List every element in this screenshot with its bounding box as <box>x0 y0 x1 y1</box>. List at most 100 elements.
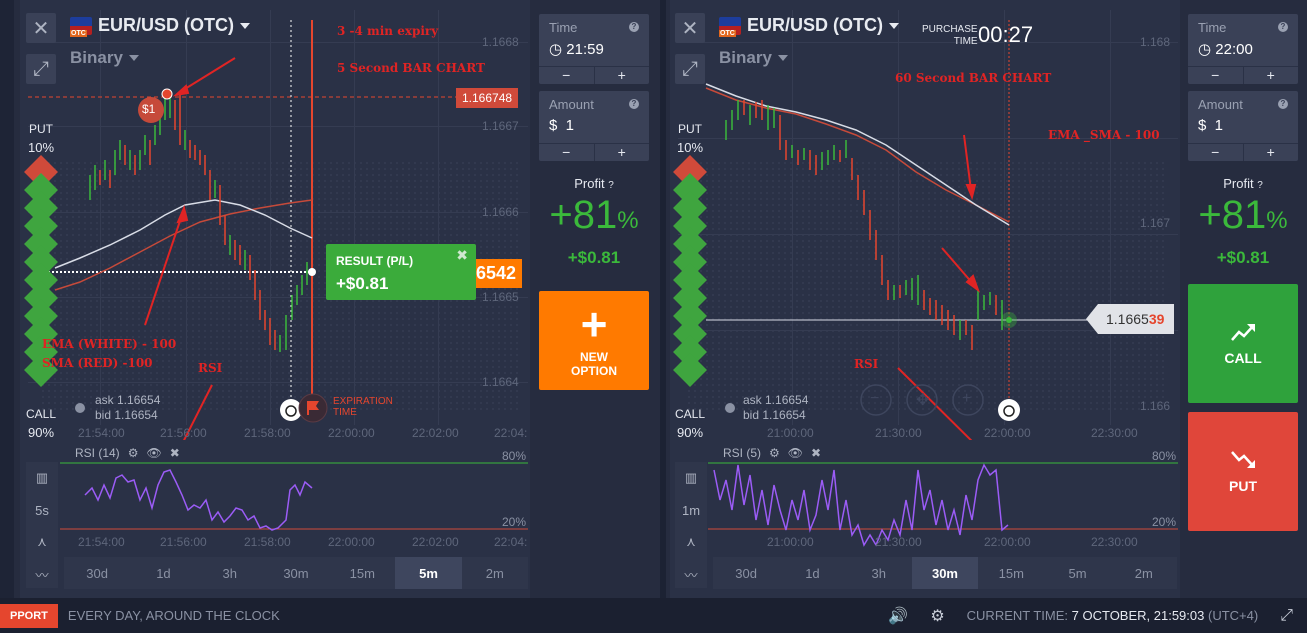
sma-line <box>705 87 1010 223</box>
interval-selector[interactable]: 1m <box>675 494 707 526</box>
help-icon[interactable]: ? <box>629 22 639 32</box>
fullscreen-icon[interactable]: ⤢ <box>1280 607 1293 625</box>
timeframe-30m[interactable]: 30m <box>911 557 979 589</box>
support-button[interactable]: PPORT <box>0 603 58 628</box>
amount-value[interactable]: $ 1 <box>1198 117 1223 134</box>
amount-value[interactable]: $ 1 <box>549 117 574 134</box>
amount-increase-button[interactable]: + <box>1244 144 1299 161</box>
y-tick: 1.166 <box>1140 399 1171 413</box>
indicators-icon[interactable]: 〰 <box>26 558 58 590</box>
drawing-tool-icon[interactable]: ⋏ <box>26 526 58 558</box>
time-value: ◷ 22:00 <box>1198 41 1253 58</box>
mode-selector[interactable]: Binary <box>719 48 788 68</box>
chart-tools: ▥ 1m ⋏ 〰 <box>675 462 707 588</box>
timeframe-1d[interactable]: 1d <box>130 557 196 589</box>
move-icon[interactable]: ✥ <box>916 390 929 410</box>
timeframe-3h[interactable]: 3h <box>846 557 912 589</box>
timeframe-15m[interactable]: 15m <box>329 557 395 589</box>
expand-icon[interactable]: ⤢ <box>26 54 56 84</box>
zoom-in-icon[interactable]: + <box>962 390 971 408</box>
timeframe-bar: 30d 1d 3h 30m 15m 5m 2m <box>713 557 1177 589</box>
x-tick: 21:56:00 <box>160 426 207 440</box>
help-icon[interactable]: ? <box>1278 99 1288 109</box>
current-price-tag: 1.166539 <box>1086 304 1175 334</box>
chart-type-icon[interactable]: ▥ <box>26 462 58 494</box>
amount-decrease-button[interactable]: − <box>539 144 595 161</box>
time-increase-button[interactable]: + <box>1244 67 1299 84</box>
footer-tagline: EVERY DAY, AROUND THE CLOCK <box>67 608 280 623</box>
bet-badge: $1 <box>142 102 156 116</box>
x-tick: 21:54:00 <box>78 426 125 440</box>
time-panel[interactable]: Time ? ◷ 22:00 − + <box>1188 14 1298 84</box>
indicators-icon[interactable]: 〰 <box>675 558 707 590</box>
close-chart-button[interactable]: ✕ <box>26 13 56 43</box>
chevron-down-icon <box>128 55 139 61</box>
amount-increase-button[interactable]: + <box>595 144 650 161</box>
y-tick: 1.1668 <box>482 35 519 49</box>
amount-decrease-button[interactable]: − <box>1188 144 1244 161</box>
gear-icon[interactable]: ⚙ <box>930 606 944 626</box>
timeframe-2m[interactable]: 2m <box>462 557 528 589</box>
put-button[interactable]: PUT <box>1188 412 1298 531</box>
profit-amount: +$0.81 <box>567 248 621 267</box>
asset-selector[interactable]: OTC EUR/USD (OTC) <box>70 15 250 37</box>
eur-usd-flag-icon: OTC <box>719 16 741 37</box>
help-icon[interactable]: ? <box>629 99 639 109</box>
mode-label: Binary <box>719 48 772 67</box>
chevron-down-icon <box>777 55 788 61</box>
amount-panel[interactable]: Amount ? $ 1 − + <box>539 91 649 161</box>
eur-usd-flag-icon: OTC <box>70 16 92 37</box>
expand-icon[interactable]: ⤢ <box>675 54 705 84</box>
result-title: RESULT (P/L) <box>336 254 414 268</box>
info-icon[interactable] <box>725 403 735 413</box>
call-button[interactable]: CALL <box>1188 284 1298 403</box>
volume-icon[interactable]: 🔊 <box>888 606 908 626</box>
clock-icon: ◷ <box>549 41 567 58</box>
y-tick: 1.168 <box>1140 35 1171 49</box>
timeframe-30d[interactable]: 30d <box>713 557 779 589</box>
timeframe-5m[interactable]: 5m <box>1044 557 1110 589</box>
x-tick: 22:04: <box>494 535 528 549</box>
zoom-out-icon[interactable]: − <box>870 390 879 408</box>
time-increase-button[interactable]: + <box>595 67 650 84</box>
timeframe-30m[interactable]: 30m <box>263 557 329 589</box>
timeframe-3h[interactable]: 3h <box>197 557 263 589</box>
timeframe-2m[interactable]: 2m <box>1111 557 1177 589</box>
candles <box>725 100 1003 350</box>
timeframe-15m[interactable]: 15m <box>978 557 1044 589</box>
info-icon[interactable] <box>75 403 85 413</box>
x-tick: 22:00:00 <box>328 426 375 440</box>
new-option-button[interactable]: + NEW OPTION <box>539 291 649 390</box>
app-root: ✕ ⤢ OTC EUR/USD (OTC) Binary PUT 10% CAL… <box>0 0 1307 633</box>
x-tick: 21:54:00 <box>78 535 125 549</box>
interval-selector[interactable]: 5s <box>26 494 58 526</box>
x-tick: 22:00:00 <box>984 535 1031 549</box>
strike-price-tag: 1.166748 <box>456 88 519 108</box>
help-icon[interactable]: ? <box>1278 22 1288 32</box>
status-bar: PPORT EVERY DAY, AROUND THE CLOCK 🔊 ⚙ CU… <box>0 598 1307 633</box>
x-tick: 21:00:00 <box>767 426 814 440</box>
timeframe-bar: 30d 1d 3h 30m 15m 5m 2m <box>64 557 528 589</box>
time-decrease-button[interactable]: − <box>1188 67 1244 84</box>
chart-type-icon[interactable]: ▥ <box>675 462 707 494</box>
drawing-tool-icon[interactable]: ⋏ <box>675 526 707 558</box>
amount-panel[interactable]: Amount ? $ 1 − + <box>1188 91 1298 161</box>
mode-selector[interactable]: Binary <box>70 48 139 68</box>
time-decrease-button[interactable]: − <box>539 67 595 84</box>
close-icon[interactable]: ✖ <box>456 247 468 264</box>
asset-selector[interactable]: OTC EUR/USD (OTC) <box>719 15 899 37</box>
sentiment-indicator <box>673 155 707 387</box>
put-label: PUT 10% <box>27 122 55 155</box>
ask-bid-info: ask 1.16654 bid 1.16654 <box>743 393 809 422</box>
trend-up-icon <box>1231 323 1255 341</box>
close-chart-button[interactable]: ✕ <box>675 13 705 43</box>
ema-line <box>705 83 1010 226</box>
current-time: CURRENT TIME: 7 OCTOBER, 21:59:03 (UTC+4… <box>966 608 1259 623</box>
timeframe-5m[interactable]: 5m <box>395 557 462 589</box>
timeframe-30d[interactable]: 30d <box>64 557 130 589</box>
annotation-bar-chart: 60 Second BAR CHART <box>895 71 1052 85</box>
profit-label: Profit ? <box>1223 176 1263 191</box>
timeframe-1d[interactable]: 1d <box>779 557 845 589</box>
x-tick: 22:02:00 <box>412 535 459 549</box>
time-panel[interactable]: Time ? ◷ 21:59 − + <box>539 14 649 84</box>
